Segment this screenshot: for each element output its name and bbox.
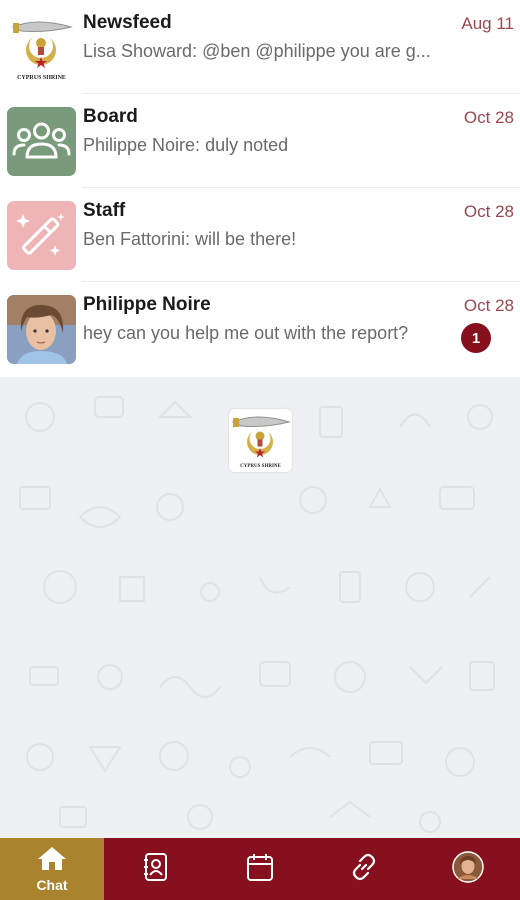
- svg-text:CYPRUS SHRINE: CYPRUS SHRINE: [17, 75, 66, 81]
- conversation-row-philippe-noire[interactable]: Philippe Noire hey can you help me out w…: [0, 282, 520, 376]
- conversation-title: Staff: [83, 200, 126, 221]
- tab-chat-label: Chat: [36, 877, 68, 893]
- cyprus-shrine-logo: CYPRUS SHRINE: [229, 409, 292, 472]
- unread-count-badge: 1: [461, 323, 491, 353]
- conversation-preview: Ben Fattorini: will be there!: [83, 229, 297, 249]
- contacts-book-icon: [143, 852, 169, 887]
- conversation-row-newsfeed[interactable]: CYPRUS SHRINE Newsfeed Lisa Showard: @be…: [0, 0, 520, 94]
- magic-wand-icon: [7, 201, 76, 270]
- home-icon: [36, 845, 68, 876]
- conversation-title: Newsfeed: [83, 12, 172, 33]
- conversation-preview: Philippe Noire: duly noted: [83, 135, 289, 155]
- conversation-title: Board: [83, 106, 138, 127]
- conversation-row-board[interactable]: Board Philippe Noire: duly noted Oct 28: [0, 94, 520, 188]
- tab-profile[interactable]: [416, 838, 520, 900]
- cyprus-shrine-logo-icon: CYPRUS SHRINE: [7, 13, 76, 82]
- conversation-list: CYPRUS SHRINE Newsfeed Lisa Showard: @be…: [0, 0, 520, 377]
- conversation-date: Oct 28: [463, 108, 514, 127]
- logo-caption: CYPRUS SHRINE: [240, 464, 281, 469]
- conversation-date: Aug 11: [461, 14, 514, 33]
- link-icon: [349, 852, 379, 887]
- tab-chat[interactable]: Chat: [0, 838, 104, 900]
- profile-avatar: [452, 850, 484, 888]
- calendar-icon: [246, 852, 274, 887]
- tab-links[interactable]: [312, 838, 416, 900]
- conversation-preview: Lisa Showard: @ben @philippe you are g..…: [83, 41, 431, 61]
- bottom-tab-bar: Chat: [0, 838, 520, 900]
- tab-calendar[interactable]: [208, 838, 312, 900]
- conversation-title: Philippe Noire: [83, 294, 211, 315]
- conversation-date: Oct 28: [463, 296, 514, 315]
- tab-contacts[interactable]: [104, 838, 208, 900]
- conversation-preview: hey can you help me out with the report?: [83, 323, 409, 343]
- conversation-row-staff[interactable]: Staff Ben Fattorini: will be there! Oct …: [0, 188, 520, 282]
- user-photo: [7, 295, 76, 364]
- group-icon: [7, 107, 76, 176]
- conversation-date: Oct 28: [463, 202, 514, 221]
